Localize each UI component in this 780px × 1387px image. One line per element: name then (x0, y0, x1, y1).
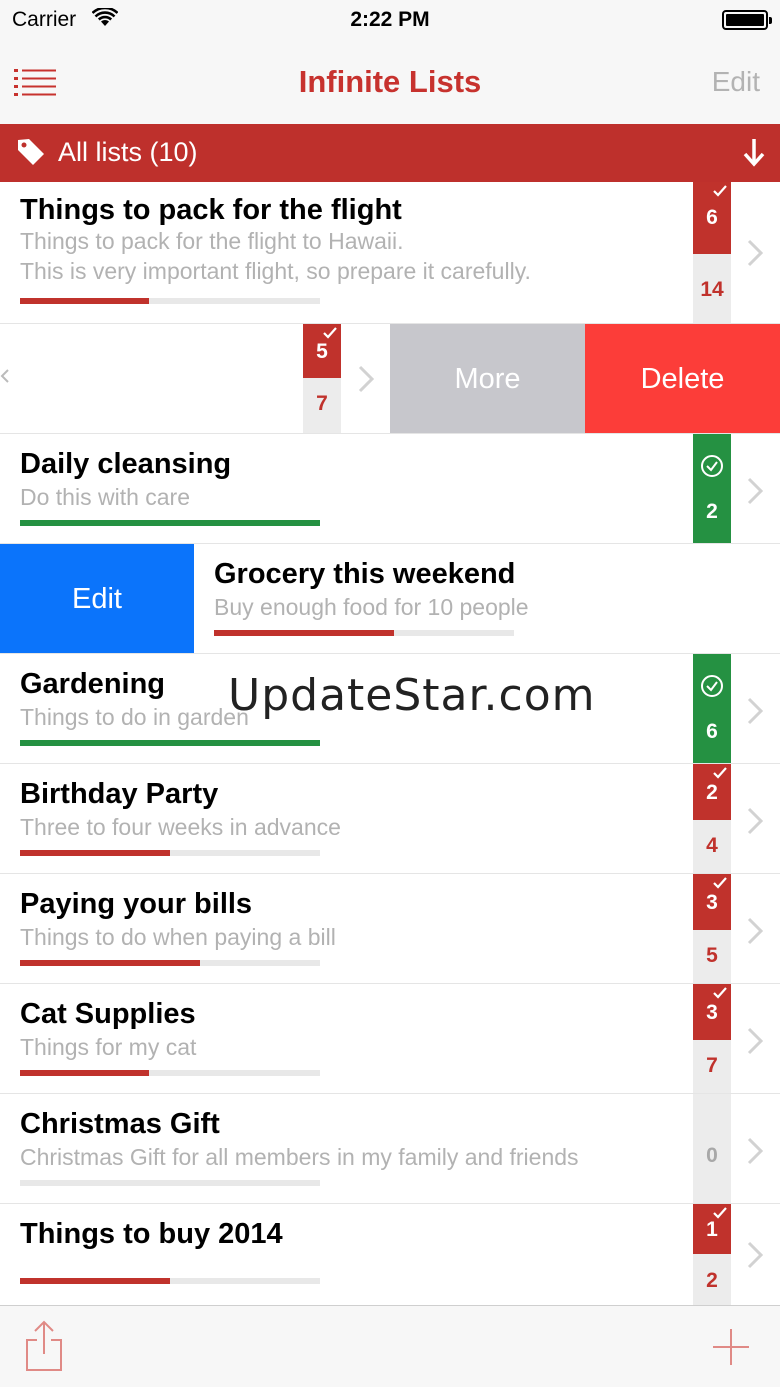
progress-bar (20, 1278, 320, 1284)
list-title: Daily cleansing (20, 448, 232, 480)
list-item[interactable]: Christmas Gift Christmas Gift for all me… (0, 1094, 780, 1204)
check-icon (713, 987, 727, 999)
list-item[interactable]: Cat Supplies Things for my cat 3 7 (0, 984, 780, 1094)
tag-icon (16, 137, 46, 172)
more-button[interactable]: More (390, 324, 585, 433)
progress-bar (20, 298, 320, 304)
list-subtitle: Things to do when paying a bill (20, 924, 336, 950)
bottom-toolbar (0, 1305, 780, 1387)
chevron-right-icon (745, 1136, 765, 1171)
checkmark-circle-icon (701, 455, 723, 477)
list-subtitle: Christmas Gift for all members in my fam… (20, 1144, 579, 1170)
item-count-badge: 0 (693, 1094, 731, 1203)
progress-bar (20, 1070, 320, 1076)
list-subtitle: Three to four weeks in advance (20, 814, 341, 840)
list-subtitle: Things to pack for the flight to Hawaii. (20, 228, 404, 254)
done-count: 6 (706, 206, 718, 229)
total-count: 0 (706, 1144, 718, 1167)
list-item[interactable]: Birthday Party Three to four weeks in ad… (0, 764, 780, 874)
swipe-edit-button[interactable]: Edit (0, 544, 194, 653)
list-item[interactable]: Things to buy 2014 1 2 (0, 1204, 780, 1305)
total-count: 14 (700, 278, 724, 301)
edit-button[interactable]: Edit (712, 66, 760, 98)
chevron-right-icon (745, 696, 765, 731)
filter-label: All lists (10) (58, 137, 198, 167)
total-count: 7 (316, 392, 328, 415)
clock: 2:22 PM (350, 8, 430, 31)
item-count-badge: 3 5 (693, 874, 731, 983)
checkmark-circle-icon (701, 675, 723, 697)
done-count: 5 (316, 340, 328, 363)
share-icon[interactable] (24, 1320, 64, 1377)
check-icon (713, 877, 727, 889)
list-item-swiped[interactable]: 5 7 More Delete (0, 324, 780, 434)
check-icon (323, 327, 337, 339)
chevron-right-icon (745, 916, 765, 951)
add-icon[interactable] (712, 1328, 750, 1371)
progress-bar (20, 1180, 320, 1186)
list-item[interactable]: Daily cleansing Do this with care 2 (0, 434, 780, 544)
status-bar: Carrier 2:22 PM (0, 0, 780, 40)
done-count: 1 (706, 1218, 718, 1241)
list-subtitle: Things to do in garden (20, 704, 249, 730)
list-subtitle: Buy enough food for 10 people (214, 594, 529, 620)
chevron-right-icon (745, 806, 765, 841)
chevron-right-icon (745, 476, 765, 511)
sort-arrow-icon[interactable] (742, 137, 766, 172)
item-count-badge: 6 14 (693, 182, 731, 323)
item-count-badge: 3 7 (693, 984, 731, 1093)
chevron-right-icon (745, 238, 765, 273)
navigation-bar: Infinite Lists Edit (0, 40, 780, 124)
chevron-right-icon (745, 1026, 765, 1061)
list-subtitle-line-2: This is very important flight, so prepar… (20, 258, 531, 284)
list-title: Gardening (20, 668, 166, 700)
done-count: 3 (706, 891, 718, 914)
item-count-badge: 1 2 (693, 1204, 731, 1305)
progress-bar (20, 850, 320, 856)
list-title: Christmas Gift (20, 1108, 220, 1140)
page-title: Infinite Lists (298, 64, 482, 99)
list-filter-bar[interactable]: All lists (10) (0, 124, 780, 182)
item-count-badge: 6 (693, 654, 731, 763)
delete-button[interactable]: Delete (585, 324, 780, 433)
check-icon (713, 767, 727, 779)
total-count: 7 (706, 1054, 718, 1077)
list-item[interactable]: Gardening Things to do in garden 6 (0, 654, 780, 764)
item-count-badge: 2 (693, 434, 731, 543)
list-title: Cat Supplies (20, 998, 196, 1030)
list-title: Grocery this weekend (214, 558, 516, 590)
total-count: 2 (706, 1269, 718, 1292)
total-count: 6 (706, 720, 718, 743)
item-count-badge: 2 4 (693, 764, 731, 873)
list-item[interactable]: Things to pack for the flight Things to … (0, 182, 780, 324)
total-count: 2 (706, 500, 718, 523)
list-title: Things to buy 2014 (20, 1218, 283, 1250)
progress-bar (20, 740, 320, 746)
battery-icon (722, 10, 772, 30)
chevron-left-icon (0, 366, 10, 391)
chevron-right-icon (745, 1240, 765, 1275)
progress-bar (214, 630, 514, 636)
list-item-swiped[interactable]: Edit Grocery this weekend Buy enough foo… (0, 544, 780, 654)
check-icon (713, 185, 727, 197)
total-count: 5 (706, 944, 718, 967)
done-count: 2 (706, 781, 718, 804)
list-subtitle: Things for my cat (20, 1034, 197, 1060)
progress-bar (20, 960, 320, 966)
total-count: 4 (706, 834, 718, 857)
list-title: Birthday Party (20, 778, 219, 810)
list-subtitle: Do this with care (20, 484, 191, 510)
progress-bar (20, 520, 320, 526)
item-count-badge: 5 7 (303, 324, 341, 433)
done-count: 3 (706, 1001, 718, 1024)
chevron-right-icon (356, 364, 376, 399)
list-title: Things to pack for the flight (20, 194, 402, 226)
list-item[interactable]: Paying your bills Things to do when payi… (0, 874, 780, 984)
list-title: Paying your bills (20, 888, 253, 920)
